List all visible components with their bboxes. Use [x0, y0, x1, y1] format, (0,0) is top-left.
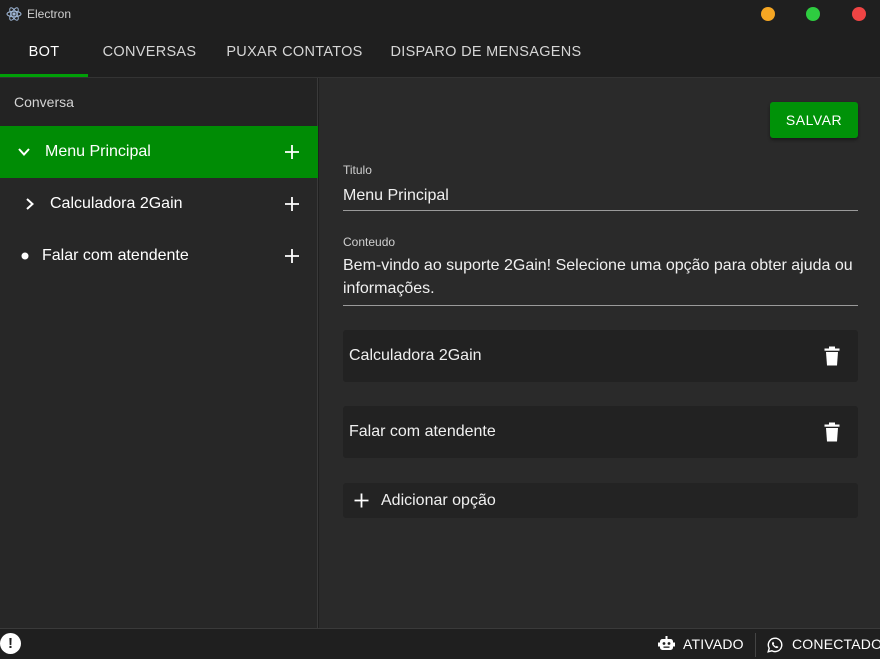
add-option-button[interactable]: Adicionar opção	[343, 483, 858, 518]
tab-puxar-contatos[interactable]: PUXAR CONTATOS	[218, 28, 371, 76]
close-button[interactable]	[852, 7, 866, 21]
title-field-label: Titulo	[343, 163, 372, 177]
tab-bot[interactable]: BOT	[0, 28, 88, 76]
electron-logo-icon	[6, 7, 22, 21]
add-option-label: Adicionar opção	[381, 492, 496, 509]
bot-status-text[interactable]: ATIVADO	[683, 629, 744, 659]
node-editor-panel: SALVAR Titulo Conteudo Bem-vindo ao supo…	[319, 78, 880, 628]
tree-item-menu-principal[interactable]: Menu Principal	[0, 126, 318, 178]
option-card[interactable]: Calculadora 2Gain	[343, 330, 858, 382]
tree-item-label: Falar com atendente	[42, 247, 189, 264]
delete-icon[interactable]	[824, 422, 840, 442]
tab-conversas[interactable]: CONVERSAS	[92, 28, 207, 76]
option-label: Calculadora 2Gain	[349, 347, 482, 364]
content-textarea[interactable]: Bem-vindo ao suporte 2Gain! Selecione um…	[343, 254, 858, 306]
tab-bar: BOT CONVERSAS PUXAR CONTATOS DISPARO DE …	[0, 28, 880, 78]
maximize-button[interactable]	[806, 7, 820, 21]
tree-item-label: Menu Principal	[45, 143, 151, 160]
add-child-icon[interactable]	[284, 144, 300, 160]
save-button[interactable]: SALVAR	[770, 102, 858, 138]
option-label: Falar com atendente	[349, 423, 496, 440]
add-child-icon[interactable]	[284, 248, 300, 264]
conversation-tree-sidebar: Conversa Menu Principal Calculadora 2Gai…	[0, 78, 318, 628]
alert-icon[interactable]: !	[0, 633, 21, 654]
status-bar: ! ATIVADO CONECTADO	[0, 628, 880, 659]
title-bar: Electron	[0, 0, 880, 28]
active-tab-indicator	[0, 74, 88, 77]
plus-icon	[354, 493, 369, 508]
bullet-icon	[21, 252, 29, 260]
tree-item-calculadora-2gain[interactable]: Calculadora 2Gain	[0, 178, 318, 230]
tree-item-falar-com-atendente[interactable]: Falar com atendente	[0, 230, 318, 282]
tab-disparo-de-mensagens[interactable]: DISPARO DE MENSAGENS	[383, 28, 589, 76]
delete-icon[interactable]	[824, 346, 840, 366]
chevron-right-icon[interactable]	[23, 197, 37, 211]
window-title: Electron	[27, 7, 72, 21]
add-child-icon[interactable]	[284, 196, 300, 212]
chevron-down-icon[interactable]	[17, 145, 31, 159]
option-card[interactable]: Falar com atendente	[343, 406, 858, 458]
robot-icon	[658, 636, 675, 650]
tree-item-label: Calculadora 2Gain	[50, 195, 183, 212]
sidebar-header: Conversa	[0, 78, 317, 126]
whatsapp-status-text[interactable]: CONECTADO	[792, 629, 880, 659]
status-divider	[755, 633, 756, 657]
title-input[interactable]	[343, 182, 858, 211]
minimize-button[interactable]	[761, 7, 775, 21]
whatsapp-icon	[767, 637, 783, 653]
content-field-label: Conteudo	[343, 235, 396, 249]
